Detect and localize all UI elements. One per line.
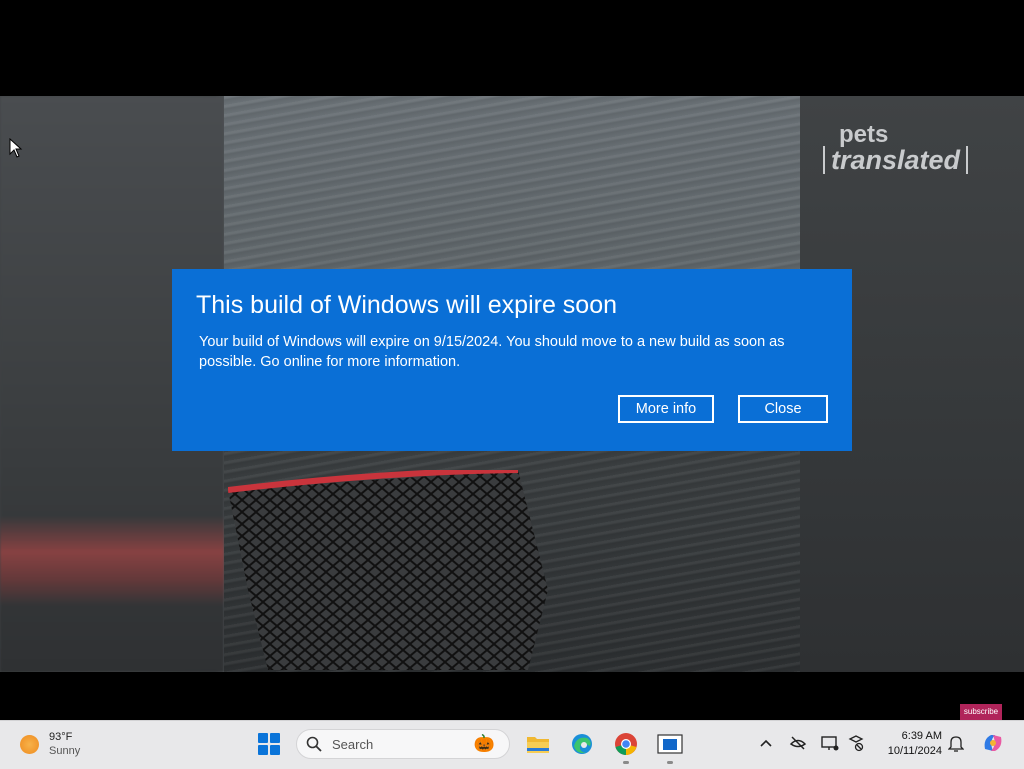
sun-icon	[20, 734, 39, 754]
close-button[interactable]: Close	[738, 395, 828, 423]
weather-condition: Sunny	[49, 745, 81, 757]
pumpkin-icon: 🎃	[473, 734, 495, 753]
taskbar: 93°F Sunny Search 🎃 6:39 AM 10/11/2024	[0, 720, 1024, 769]
weather-widget[interactable]: 93°F Sunny	[20, 730, 80, 758]
subscribe-badge: subscribe	[960, 704, 1002, 720]
dialog-message: Your build of Windows will expire on 9/1…	[199, 334, 785, 370]
edge-browser-icon[interactable]	[569, 732, 595, 756]
chrome-browser-icon[interactable]	[613, 732, 639, 756]
windows-start-icon[interactable]	[258, 733, 280, 755]
search-icon	[306, 736, 322, 752]
notification-bell-icon[interactable]	[948, 733, 964, 753]
more-info-button[interactable]: More info	[618, 395, 714, 423]
location-icon[interactable]	[846, 733, 866, 753]
dialog-title: This build of Windows will expire soon	[196, 291, 618, 319]
display-icon[interactable]	[820, 733, 840, 753]
weather-temperature: 93°F	[49, 731, 73, 743]
file-explorer-icon[interactable]	[525, 732, 551, 756]
search-placeholder: Search	[332, 736, 374, 752]
copilot-icon[interactable]	[981, 731, 1005, 755]
clock-date: 10/11/2024	[887, 745, 942, 757]
mouse-cursor-icon	[9, 138, 23, 158]
chevron-up-icon[interactable]	[759, 733, 773, 753]
chrome-running-indicator	[623, 761, 629, 764]
search-box[interactable]: Search 🎃	[296, 729, 510, 759]
clock-time: 6:39 AM	[901, 730, 942, 742]
app-window-icon[interactable]	[657, 732, 683, 756]
app-running-indicator	[667, 761, 673, 764]
expiration-dialog: This build of Windows will expire soon Y…	[172, 269, 852, 451]
watermark-logo: pets translated	[822, 123, 968, 174]
system-clock[interactable]: 6:39 AM 10/11/2024	[876, 729, 942, 759]
fishing-net-image	[228, 470, 548, 670]
network-offline-icon[interactable]	[788, 733, 808, 753]
